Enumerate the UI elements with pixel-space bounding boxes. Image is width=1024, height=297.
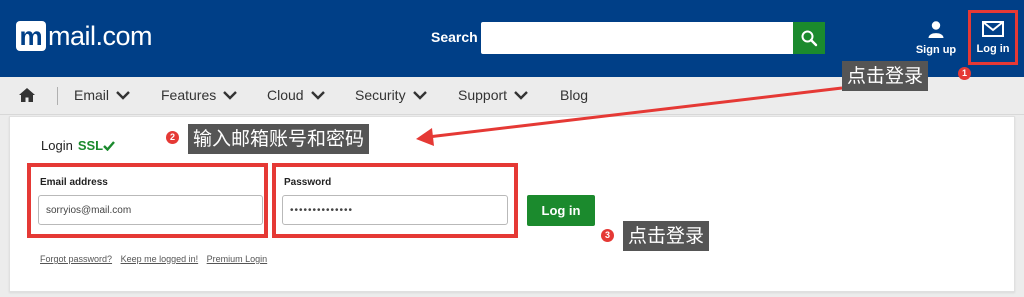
checkmark-icon <box>103 140 116 151</box>
password-label: Password <box>284 177 332 188</box>
chevron-down-icon <box>223 91 238 100</box>
password-field[interactable] <box>282 195 508 225</box>
nav-item-label: Blog <box>560 87 589 103</box>
search-input[interactable] <box>481 22 793 54</box>
search-icon <box>801 30 818 47</box>
nav-item-label: Cloud <box>267 87 304 103</box>
nav-item-label: Email <box>74 87 110 103</box>
nav-item-label: Features <box>161 87 217 103</box>
chevron-down-icon <box>116 91 130 100</box>
log-in-button[interactable]: Log in <box>527 195 595 226</box>
email-label: Email address <box>40 177 108 188</box>
login-title: Login SSL <box>41 138 116 153</box>
mail-com-logo[interactable]: m mail.com <box>16 16 153 56</box>
nav-item-cloud[interactable]: Cloud <box>267 87 326 103</box>
home-link[interactable] <box>18 87 36 107</box>
login-links: Forgot password? Keep me logged in! Prem… <box>40 254 273 264</box>
envelope-icon <box>982 21 1004 37</box>
header-log-in-label: Log in <box>976 43 1010 55</box>
annotation-callout-2: 输入邮箱账号和密码 <box>188 124 370 154</box>
chevron-down-icon <box>514 91 528 100</box>
chevron-down-icon <box>412 91 427 100</box>
forgot-password-link[interactable]: Forgot password? <box>40 254 112 264</box>
annotation-badge-3: 3 <box>601 229 614 242</box>
annotation-badge-2: 2 <box>166 131 179 144</box>
annotation-badge-1: 1 <box>958 67 971 80</box>
logo-text: mail.com <box>48 20 153 51</box>
login-heading: Login <box>41 138 73 153</box>
sign-up-button[interactable]: Sign up <box>913 20 959 56</box>
email-field[interactable] <box>38 195 263 225</box>
nav-item-features[interactable]: Features <box>161 87 238 103</box>
keep-logged-in-link[interactable]: Keep me logged in! <box>121 254 199 264</box>
nav-item-blog[interactable]: Blog <box>560 87 588 103</box>
nav-item-email[interactable]: Email <box>74 87 131 103</box>
ssl-label: SSL <box>77 138 104 153</box>
home-icon <box>19 88 35 102</box>
premium-login-link[interactable]: Premium Login <box>207 254 268 264</box>
header-log-in-button[interactable]: Log in <box>968 10 1018 65</box>
nav-item-label: Support <box>458 87 508 103</box>
search-label: Search <box>431 29 478 45</box>
nav-item-label: Security <box>355 87 406 103</box>
annotation-callout-3: 点击登录 <box>623 221 710 251</box>
nav-divider <box>57 87 58 105</box>
sign-up-label: Sign up <box>915 44 957 56</box>
search-button[interactable] <box>793 22 825 54</box>
chevron-down-icon <box>310 91 325 100</box>
nav-item-security[interactable]: Security <box>355 87 428 103</box>
nav-item-support[interactable]: Support <box>458 87 529 103</box>
user-icon <box>928 21 944 38</box>
annotation-callout-1: 点击登录 <box>842 61 929 91</box>
